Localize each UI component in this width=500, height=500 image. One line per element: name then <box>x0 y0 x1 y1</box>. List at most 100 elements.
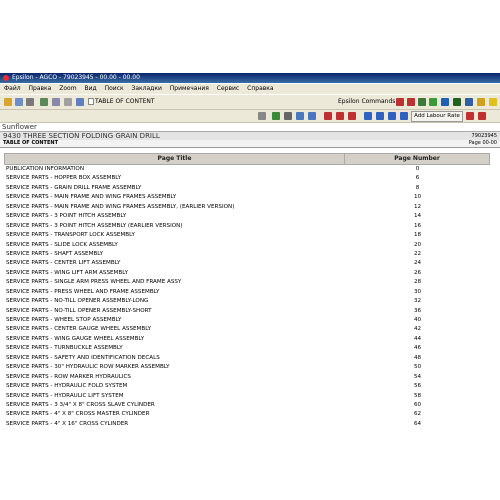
table-row[interactable]: SERVICE PARTS - SLIDE LOCK ASSEMBLY 20 <box>4 241 490 250</box>
menu-help[interactable]: Справка <box>247 85 273 92</box>
info-icon[interactable] <box>465 98 473 106</box>
table-row[interactable]: SERVICE PARTS - NO-TILL OPENER ASSEMBLY-… <box>4 307 490 316</box>
page-title-link[interactable]: SERVICE PARTS - CENTER GAUGE WHEEL ASSEM… <box>4 325 345 334</box>
add-labour-rate-button[interactable]: Add Labour Rate <box>411 111 463 122</box>
table-row[interactable]: SERVICE PARTS - SHAFT ASSEMBLY 22 <box>4 250 490 259</box>
page-title-link[interactable]: SERVICE PARTS - NO-TILL OPENER ASSEMBLY-… <box>4 307 345 316</box>
page-title-link[interactable]: SERVICE PARTS - HYDRAULIC LIFT SYSTEM <box>4 392 345 401</box>
table-row[interactable]: SERVICE PARTS - 3 3/4" X 8" CROSS SLAVE … <box>4 401 490 410</box>
money-icon[interactable] <box>441 98 449 106</box>
undo-icon[interactable] <box>296 112 304 120</box>
menu-view[interactable]: Вид <box>84 85 96 92</box>
table-row[interactable]: SERVICE PARTS - 30" HYDRAULIC ROW MARKER… <box>4 363 490 372</box>
table-row[interactable]: SERVICE PARTS - WING GAUGE WHEEL ASSEMBL… <box>4 335 490 344</box>
manufacturer-label: Sunflower <box>2 123 37 131</box>
column-header-page-title[interactable]: Page Title <box>5 154 345 164</box>
table-row[interactable]: SERVICE PARTS - WING LIFT ARM ASSEMBLY 26 <box>4 269 490 278</box>
page-title-link[interactable]: SERVICE PARTS - MAIN FRAME AND WING FRAM… <box>4 203 345 212</box>
lock-icon[interactable] <box>477 98 485 106</box>
table-row[interactable]: SERVICE PARTS - 4" X 8" CROSS MASTER CYL… <box>4 410 490 419</box>
page-title-link[interactable]: SERVICE PARTS - SAFETY AND IDENTIFICATIO… <box>4 354 345 363</box>
page-title-link[interactable]: SERVICE PARTS - HYDRAULIC FOLD SYSTEM <box>4 382 345 391</box>
table-row[interactable]: SERVICE PARTS - GRAIN DRILL FRAME ASSEMB… <box>4 184 490 193</box>
copy-icon[interactable] <box>40 98 48 106</box>
open-folder-icon[interactable] <box>4 98 12 106</box>
menu-service[interactable]: Сервис <box>217 85 239 92</box>
column-header-page-number[interactable]: Page Number <box>345 154 489 164</box>
arrow-down-icon[interactable] <box>400 112 408 120</box>
note-icon[interactable] <box>258 112 266 120</box>
first-page-icon[interactable] <box>324 112 332 120</box>
page-title-link[interactable]: SERVICE PARTS - 3 3/4" X 8" CROSS SLAVE … <box>4 401 345 410</box>
page-title-link[interactable]: SERVICE PARTS - HOPPER BOX ASSEMBLY <box>4 174 345 183</box>
arrow-left-icon[interactable] <box>376 112 384 120</box>
check-icon[interactable] <box>272 112 280 120</box>
table-row[interactable]: PUBLICATION INFORMATION 0 <box>4 165 490 174</box>
page-title-link[interactable]: SERVICE PARTS - GRAIN DRILL FRAME ASSEMB… <box>4 184 345 193</box>
table-row[interactable]: SERVICE PARTS - 3 POINT HITCH ASSEMBLY 14 <box>4 212 490 221</box>
page-title-link[interactable]: SERVICE PARTS - 4" X 16" CROSS CYLINDER <box>4 420 345 429</box>
table-row[interactable]: SERVICE PARTS - MAIN FRAME AND WING FRAM… <box>4 193 490 202</box>
table-row[interactable]: SERVICE PARTS - MAIN FRAME AND WING FRAM… <box>4 203 490 212</box>
table-row[interactable]: SERVICE PARTS - HYDRAULIC FOLD SYSTEM 56 <box>4 382 490 391</box>
calendar-icon[interactable] <box>453 98 461 106</box>
menu-bookmarks[interactable]: Закладки <box>132 85 162 92</box>
page-title-link[interactable]: SERVICE PARTS - CENTER LIFT ASSEMBLY <box>4 259 345 268</box>
bookmark-icon[interactable] <box>76 98 84 106</box>
page-title-link[interactable]: SERVICE PARTS - 3 POINT HITCH ASSEMBLY <box>4 212 345 221</box>
page-title-link[interactable]: SERVICE PARTS - PRESS WHEEL AND FRAME AS… <box>4 288 345 297</box>
next-page-icon[interactable] <box>348 112 356 120</box>
arrow-up-icon[interactable] <box>364 112 372 120</box>
table-row[interactable]: SERVICE PARTS - SINGLE ARM PRESS WHEEL A… <box>4 278 490 287</box>
page-title-link[interactable]: SERVICE PARTS - WING GAUGE WHEEL ASSEMBL… <box>4 335 345 344</box>
page-title-link[interactable]: SERVICE PARTS - WING LIFT ARM ASSEMBLY <box>4 269 345 278</box>
stop-icon[interactable] <box>466 112 474 120</box>
menu-search[interactable]: Поиск <box>105 85 124 92</box>
page-title-link[interactable]: SERVICE PARTS - SHAFT ASSEMBLY <box>4 250 345 259</box>
previous-page-icon[interactable] <box>336 112 344 120</box>
table-row[interactable]: SERVICE PARTS - ROW MARKER HYDRAULICS 54 <box>4 373 490 382</box>
table-row[interactable]: SERVICE PARTS - 3 POINT HITCH ASSEMBLY (… <box>4 222 490 231</box>
toc-dropdown[interactable]: TABLE OF CONTENT <box>95 96 155 108</box>
page-title-link[interactable]: PUBLICATION INFORMATION <box>4 165 345 174</box>
table-row[interactable]: SERVICE PARTS - 4" X 16" CROSS CYLINDER 6… <box>4 420 490 429</box>
page-title-link[interactable]: SERVICE PARTS - ROW MARKER HYDRAULICS <box>4 373 345 382</box>
table-row[interactable]: SERVICE PARTS - HYDRAULIC LIFT SYSTEM 58 <box>4 392 490 401</box>
menu-notes[interactable]: Примечания <box>170 85 209 92</box>
page-title-link[interactable]: SERVICE PARTS - TURNBUCKLE ASSEMBLY <box>4 344 345 353</box>
find-icon[interactable] <box>52 98 60 106</box>
table-row[interactable]: SERVICE PARTS - CENTER LIFT ASSEMBLY 24 <box>4 259 490 268</box>
table-row[interactable]: SERVICE PARTS - HOPPER BOX ASSEMBLY 6 <box>4 174 490 183</box>
table-row[interactable]: SERVICE PARTS - SAFETY AND IDENTIFICATIO… <box>4 354 490 363</box>
help-icon[interactable] <box>489 98 497 106</box>
page-title-link[interactable]: SERVICE PARTS - 3 POINT HITCH ASSEMBLY (… <box>4 222 345 231</box>
page-title-link[interactable]: SERVICE PARTS - WHEEL STOP ASSEMBLY <box>4 316 345 325</box>
page-title-link[interactable]: SERVICE PARTS - 4" X 8" CROSS MASTER CYL… <box>4 410 345 419</box>
menu-edit[interactable]: Правка <box>29 85 52 92</box>
page-title-link[interactable]: SERVICE PARTS - SLIDE LOCK ASSEMBLY <box>4 241 345 250</box>
link-icon[interactable] <box>284 112 292 120</box>
truck-icon[interactable] <box>407 98 415 106</box>
gear-icon[interactable] <box>429 98 437 106</box>
warning-icon[interactable] <box>396 98 404 106</box>
table-row[interactable]: SERVICE PARTS - PRESS WHEEL AND FRAME AS… <box>4 288 490 297</box>
print-icon[interactable] <box>26 98 34 106</box>
page-title-link[interactable]: SERVICE PARTS - SINGLE ARM PRESS WHEEL A… <box>4 278 345 287</box>
settings-icon[interactable] <box>64 98 72 106</box>
save-icon[interactable] <box>15 98 23 106</box>
arrow-right-icon[interactable] <box>388 112 396 120</box>
table-row[interactable]: SERVICE PARTS - WHEEL STOP ASSEMBLY 40 <box>4 316 490 325</box>
page-title-link[interactable]: SERVICE PARTS - NO-TILL OPENER ASSEMBLY-… <box>4 297 345 306</box>
table-row[interactable]: SERVICE PARTS - CENTER GAUGE WHEEL ASSEM… <box>4 325 490 334</box>
menu-zoom[interactable]: Zoom <box>59 85 76 92</box>
page-title-link[interactable]: SERVICE PARTS - TRANSPORT LOCK ASSEMBLY <box>4 231 345 240</box>
delete-icon[interactable] <box>478 112 486 120</box>
table-row[interactable]: SERVICE PARTS - TURNBUCKLE ASSEMBLY 46 <box>4 344 490 353</box>
table-row[interactable]: SERVICE PARTS - NO-TILL OPENER ASSEMBLY-… <box>4 297 490 306</box>
tools-icon[interactable] <box>418 98 426 106</box>
page-title-link[interactable]: SERVICE PARTS - 30" HYDRAULIC ROW MARKER… <box>4 363 345 372</box>
page-title-link[interactable]: SERVICE PARTS - MAIN FRAME AND WING FRAM… <box>4 193 345 202</box>
table-row[interactable]: SERVICE PARTS - TRANSPORT LOCK ASSEMBLY 1… <box>4 231 490 240</box>
menu-file[interactable]: Файл <box>4 85 21 92</box>
redo-icon[interactable] <box>308 112 316 120</box>
